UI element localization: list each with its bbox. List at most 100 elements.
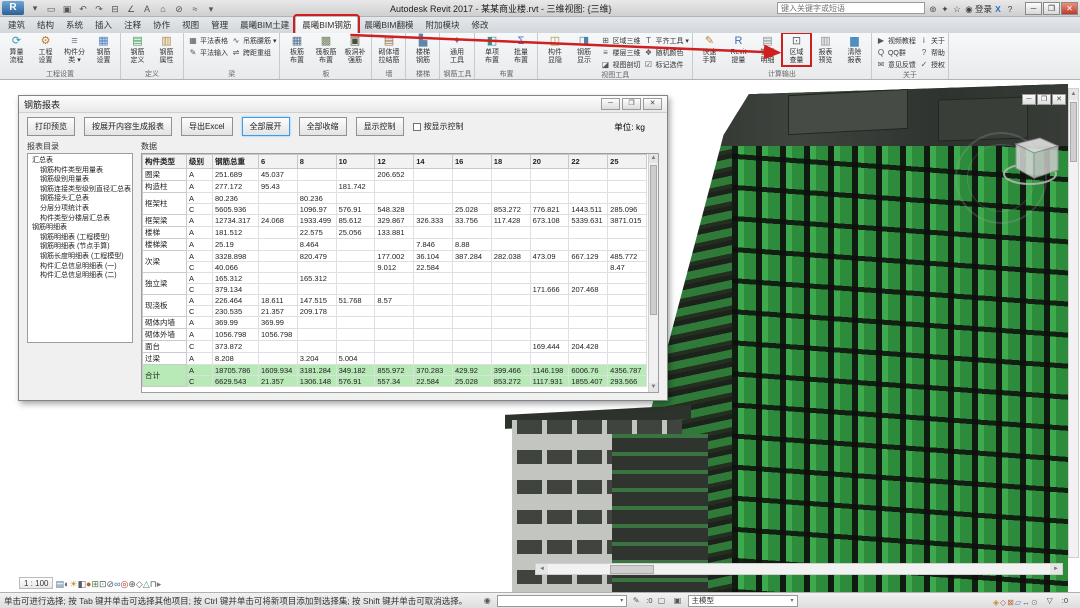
ribbon-button-平法表格[interactable]: ▦平法表格 (187, 35, 228, 47)
design-options-icon[interactable]: ▢ (656, 596, 668, 606)
sun-path-icon[interactable]: ☀ (69, 579, 77, 589)
report-button-全部收缩[interactable]: 全部收缩 (299, 117, 347, 136)
ribbon-button-视频教程[interactable]: ▶视频教程 (875, 35, 916, 47)
tree-item-分层分项统计表[interactable]: 分层分项统计表 (30, 204, 132, 214)
ribbon-button-标记选件[interactable]: ☑标记选件 (642, 59, 688, 71)
dialog-minimize-button[interactable]: ─ (601, 98, 620, 110)
ribbon-button-单项布置[interactable]: ◧单项 布置 (478, 34, 505, 65)
ribbon-button-平齐工具[interactable]: T平齐工具 ▾ (642, 35, 688, 47)
login-label[interactable]: 登录 (975, 4, 992, 14)
tab-晨曦BIM钢筋[interactable]: 晨曦BIM钢筋 (295, 16, 358, 33)
checkbox-icon[interactable] (413, 123, 421, 131)
ribbon-button-视图剖切[interactable]: ◪视图剖切 (599, 59, 640, 71)
ribbon-button-帮助[interactable]: ?帮助 (918, 47, 945, 59)
ribbon-button-构件显隐[interactable]: ◫构件 显隐 (541, 34, 568, 65)
tab-插入[interactable]: 插入 (89, 17, 118, 33)
ribbon-button-板洞补强筋[interactable]: ▣板洞补 强筋 (341, 34, 368, 65)
dialog-title-bar[interactable]: 钢筋报表 ─❐✕ (19, 96, 667, 113)
view-restore-button[interactable]: ❐ (1037, 94, 1051, 105)
tab-晨曦BIM土建[interactable]: 晨曦BIM土建 (234, 17, 295, 33)
ribbon-button-关于[interactable]: i关于 (918, 35, 945, 47)
ribbon-button-钢筋设置[interactable]: ▦钢筋 设置 (90, 34, 117, 65)
customize-qat-icon[interactable]: ▾ (204, 3, 218, 16)
ribbon-button-区域查量[interactable]: ⊡区域 查量 (783, 34, 810, 65)
exchange-apps-icon[interactable]: X (992, 3, 1004, 15)
ribbon-button-批量布置[interactable]: Σ批量 布置 (507, 34, 534, 65)
tab-管理[interactable]: 管理 (205, 17, 234, 33)
ribbon-button-QQ群[interactable]: QQQ群 (875, 47, 916, 59)
ribbon-button-钢筋显示[interactable]: ◨钢筋 显示 (570, 34, 597, 65)
horizontal-scrollbar[interactable]: ◄► (535, 563, 1063, 575)
select-pinned-icon[interactable]: ⊠ (1007, 598, 1014, 607)
workset-selector[interactable]: ▾ (497, 595, 627, 607)
restore-button[interactable]: ❐ (1043, 2, 1060, 15)
tab-建筑[interactable]: 建筑 (2, 17, 31, 33)
tree-item-构件类型分楼层汇总表[interactable]: 构件类型分楼层汇总表 (30, 214, 132, 224)
select-by-face-icon[interactable]: ▱ (1015, 598, 1021, 607)
report-button-按展开内容生成报表[interactable]: 按展开内容生成报表 (84, 117, 172, 136)
dialog-close-button[interactable]: ✕ (643, 98, 662, 110)
ribbon-button-钢筋定义[interactable]: ▤钢筋 定义 (124, 34, 151, 65)
ribbon-button-随机颜色[interactable]: ❖随机颜色 (642, 47, 688, 59)
detail-level-icon[interactable]: ▤ (55, 579, 64, 589)
default-3d-view-icon[interactable]: ⌂ (156, 3, 170, 16)
ribbon-button-意见反馈[interactable]: ✉意见反馈 (875, 59, 916, 71)
analytical-model-icon[interactable]: △ (143, 579, 150, 589)
measure-icon[interactable]: ∠ (124, 3, 138, 16)
tree-item-钢筋明细表 (工程模型)[interactable]: 钢筋明细表 (工程模型) (30, 233, 132, 243)
drag-on-selection-icon[interactable]: ↔ (1022, 598, 1030, 607)
locked-3d-view-icon[interactable]: ⊘ (107, 579, 115, 589)
thin-lines-icon[interactable]: ≈ (188, 3, 202, 16)
background-process-icon[interactable]: ⊙ (1031, 598, 1038, 607)
ribbon-button-砌体墙拉结筋[interactable]: ▤砌体墙 拉结筋 (375, 34, 402, 65)
ribbon-button-区域三维[interactable]: ⊞区域三维 (599, 35, 640, 47)
tab-附加模块[interactable]: 附加模块 (420, 17, 466, 33)
tab-结构[interactable]: 结构 (31, 17, 60, 33)
help-icon[interactable]: ? (1004, 3, 1016, 15)
ribbon-button-快速手算[interactable]: ✎快速 手算 (696, 34, 723, 65)
ribbon-button-算量流程[interactable]: ⟳算量 流程 (3, 34, 30, 65)
tree-item-钢筋长度明细表 (工程模型)[interactable]: 钢筋长度明细表 (工程模型) (30, 252, 132, 262)
3d-model-view[interactable]: ─ ❐ ✕ ▲ ◄► 钢筋报表 ─❐✕ 打印预览按展开内容生成报表导出Excel… (0, 80, 1080, 592)
vertical-scrollbar[interactable]: ▲ (1068, 88, 1079, 558)
tree-item-钢筋接头汇总表[interactable]: 钢筋接头汇总表 (30, 194, 132, 204)
save-icon[interactable]: ▣ (60, 3, 74, 16)
text-icon[interactable]: A (140, 3, 154, 16)
ribbon-button-清除报表[interactable]: ▆清除 报表 (841, 34, 868, 65)
editable-only-icon[interactable]: ✎ (630, 596, 642, 606)
worksets-icon[interactable]: ◉ (481, 596, 493, 606)
ribbon-button-板筋布置[interactable]: ▦板筋 布置 (283, 34, 310, 65)
report-button-全部展开[interactable]: 全部展开 (242, 117, 290, 136)
ribbon-button-Revit提量[interactable]: RRevit 提量 (725, 34, 752, 65)
search-input[interactable] (777, 2, 925, 14)
tab-晨曦BIM翻模[interactable]: 晨曦BIM翻模 (358, 17, 419, 33)
tree-item-汇总表[interactable]: 汇总表 (30, 156, 132, 166)
filter-icon[interactable]: ▽ (1044, 596, 1056, 606)
view-minimize-button[interactable]: ─ (1022, 94, 1036, 105)
tree-item-钢筋构件类型用量表[interactable]: 钢筋构件类型用量表 (30, 166, 132, 176)
ribbon-button-通用工具[interactable]: ✦通用 工具 (443, 34, 470, 65)
ribbon-button-跨距重组[interactable]: ⇌跨距重组 (230, 47, 276, 59)
shadows-icon[interactable]: ◧ (78, 579, 87, 589)
ribbon-button-钢筋明细[interactable]: ▤钢筋 明细 (754, 34, 781, 65)
tab-系统[interactable]: 系统 (60, 17, 89, 33)
print-icon[interactable]: ⊟ (108, 3, 122, 16)
display-control-checkbox[interactable]: 按显示控制 (413, 121, 464, 132)
select-underlay-icon[interactable]: ◇ (1000, 598, 1006, 607)
ribbon-button-报表预览[interactable]: ▥报表 预览 (812, 34, 839, 65)
table-scrollbar[interactable]: ▲ ▼ (648, 154, 658, 392)
account-icon[interactable]: ◉ (963, 3, 975, 15)
report-button-导出Excel[interactable]: 导出Excel (181, 117, 233, 136)
viewcube[interactable] (1002, 126, 1066, 190)
view-close-button[interactable]: ✕ (1052, 94, 1066, 105)
tree-item-钢筋明细表 (节点手算)[interactable]: 钢筋明细表 (节点手算) (30, 242, 132, 252)
tab-修改[interactable]: 修改 (466, 17, 495, 33)
undo-icon[interactable]: ↶ (76, 3, 90, 16)
expand-icon[interactable]: ▸ (157, 579, 162, 589)
design-option-selector[interactable]: 主模型▾ (688, 595, 798, 607)
ribbon-button-吊筋腰筋[interactable]: ∿吊筋腰筋 ▾ (230, 35, 276, 47)
report-button-打印预览[interactable]: 打印预览 (27, 117, 75, 136)
tree-item-钢筋连接类型级别直径汇总表[interactable]: 钢筋连接类型级别直径汇总表 (30, 185, 132, 195)
active-option-icon[interactable]: ▣ (672, 596, 684, 606)
minimize-button[interactable]: ─ (1025, 2, 1042, 15)
